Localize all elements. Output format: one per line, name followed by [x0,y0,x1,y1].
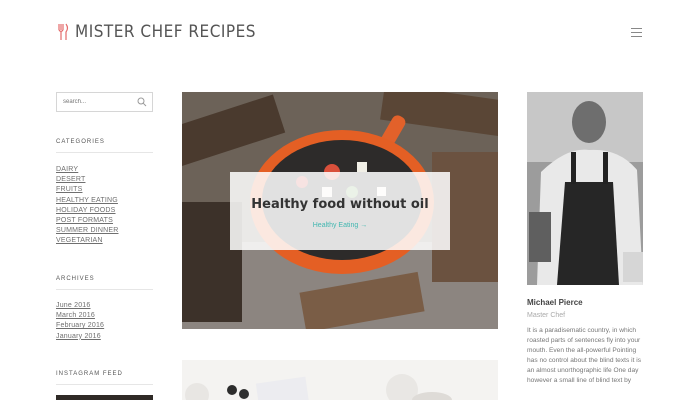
divider [56,289,153,290]
category-link[interactable]: DESERT [56,175,119,185]
category-link[interactable]: FRUITS [56,185,119,195]
search-input[interactable] [57,93,137,111]
hamburger-icon[interactable] [631,28,642,37]
instagram-photo[interactable] [56,395,153,400]
archive-link[interactable]: June 2016 [56,301,104,311]
archive-link[interactable]: January 2016 [56,332,104,342]
instagram-heading: INSTAGRAM FEED [56,371,123,377]
archives-list: June 2016 March 2016 February 2016 Janua… [56,301,104,342]
category-link[interactable]: POST FORMATS [56,216,119,226]
divider [56,152,153,153]
category-link[interactable]: HOLIDAY FOODS [56,206,119,216]
second-post-image[interactable] [182,360,498,400]
categories-list: DAIRY DESERT FRUITS HEALTHY EATING HOLID… [56,165,119,247]
chef-photo [527,92,643,285]
featured-post-category[interactable]: Healthy Eating → [313,222,367,229]
category-link[interactable]: SUMMER DINNER [56,226,119,236]
featured-post-title[interactable]: Healthy food without oil [251,197,428,212]
author-photo [527,92,643,285]
divider [56,384,153,385]
arrow-right-icon: → [360,222,368,229]
search-box[interactable] [56,92,153,112]
site-logo[interactable]: MISTER CHEF RECIPES [57,22,256,42]
category-link[interactable]: DAIRY [56,165,119,175]
author-role: Master Chef [527,312,566,319]
archives-heading: ARCHIVES [56,276,95,282]
fork-knife-icon [58,23,69,40]
category-label[interactable]: Healthy Eating [313,222,359,229]
table-photo [182,360,498,400]
category-link[interactable]: HEALTHY EATING [56,196,119,206]
featured-post-caption: Healthy food without oil Healthy Eating … [230,172,450,250]
category-link[interactable]: VEGETARIAN [56,236,119,246]
author-bio: It is a paradisematic country, in which … [527,327,641,385]
site-title: MISTER CHEF RECIPES [75,22,256,42]
categories-heading: CATEGORIES [56,139,105,145]
author-name: Michael Pierce [527,298,583,307]
archive-link[interactable]: March 2016 [56,311,104,321]
search-icon[interactable] [137,97,147,107]
archive-link[interactable]: February 2016 [56,321,104,331]
